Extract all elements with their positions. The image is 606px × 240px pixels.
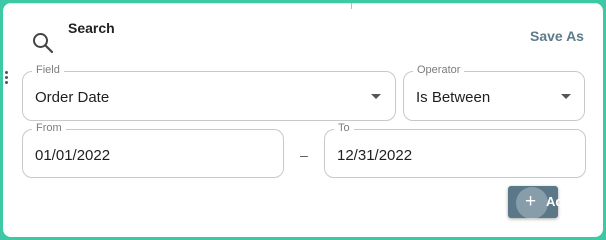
search-panel: Search Save As Field Order Date Operator… [3,3,603,237]
to-date-input[interactable]: To 12/31/2022 [324,121,586,178]
from-value: 01/01/2022 [35,147,111,164]
save-as-button[interactable]: Save As [530,28,584,44]
to-value: 12/31/2022 [337,147,413,164]
add-button-label: Add [546,194,572,209]
to-label: To [334,121,354,135]
chevron-down-icon [561,94,571,99]
operator-select[interactable]: Operator Is Between [403,63,585,121]
chevron-down-icon [371,94,381,99]
drag-handle[interactable] [5,71,8,86]
divider-tick [351,3,352,9]
operator-label: Operator [413,63,465,77]
range-separator: – [300,147,308,163]
add-button[interactable]: + Add [508,186,571,219]
search-icon [33,33,54,54]
from-label: From [32,121,66,135]
field-value: Order Date [35,89,110,106]
plus-icon: + [525,191,537,212]
operator-value: Is Between [416,89,491,106]
panel-title: Search [68,20,115,36]
from-date-input[interactable]: From 01/01/2022 [22,121,284,178]
top-divider [3,3,603,4]
field-select[interactable]: Field Order Date [22,63,396,121]
field-label: Field [32,63,64,77]
